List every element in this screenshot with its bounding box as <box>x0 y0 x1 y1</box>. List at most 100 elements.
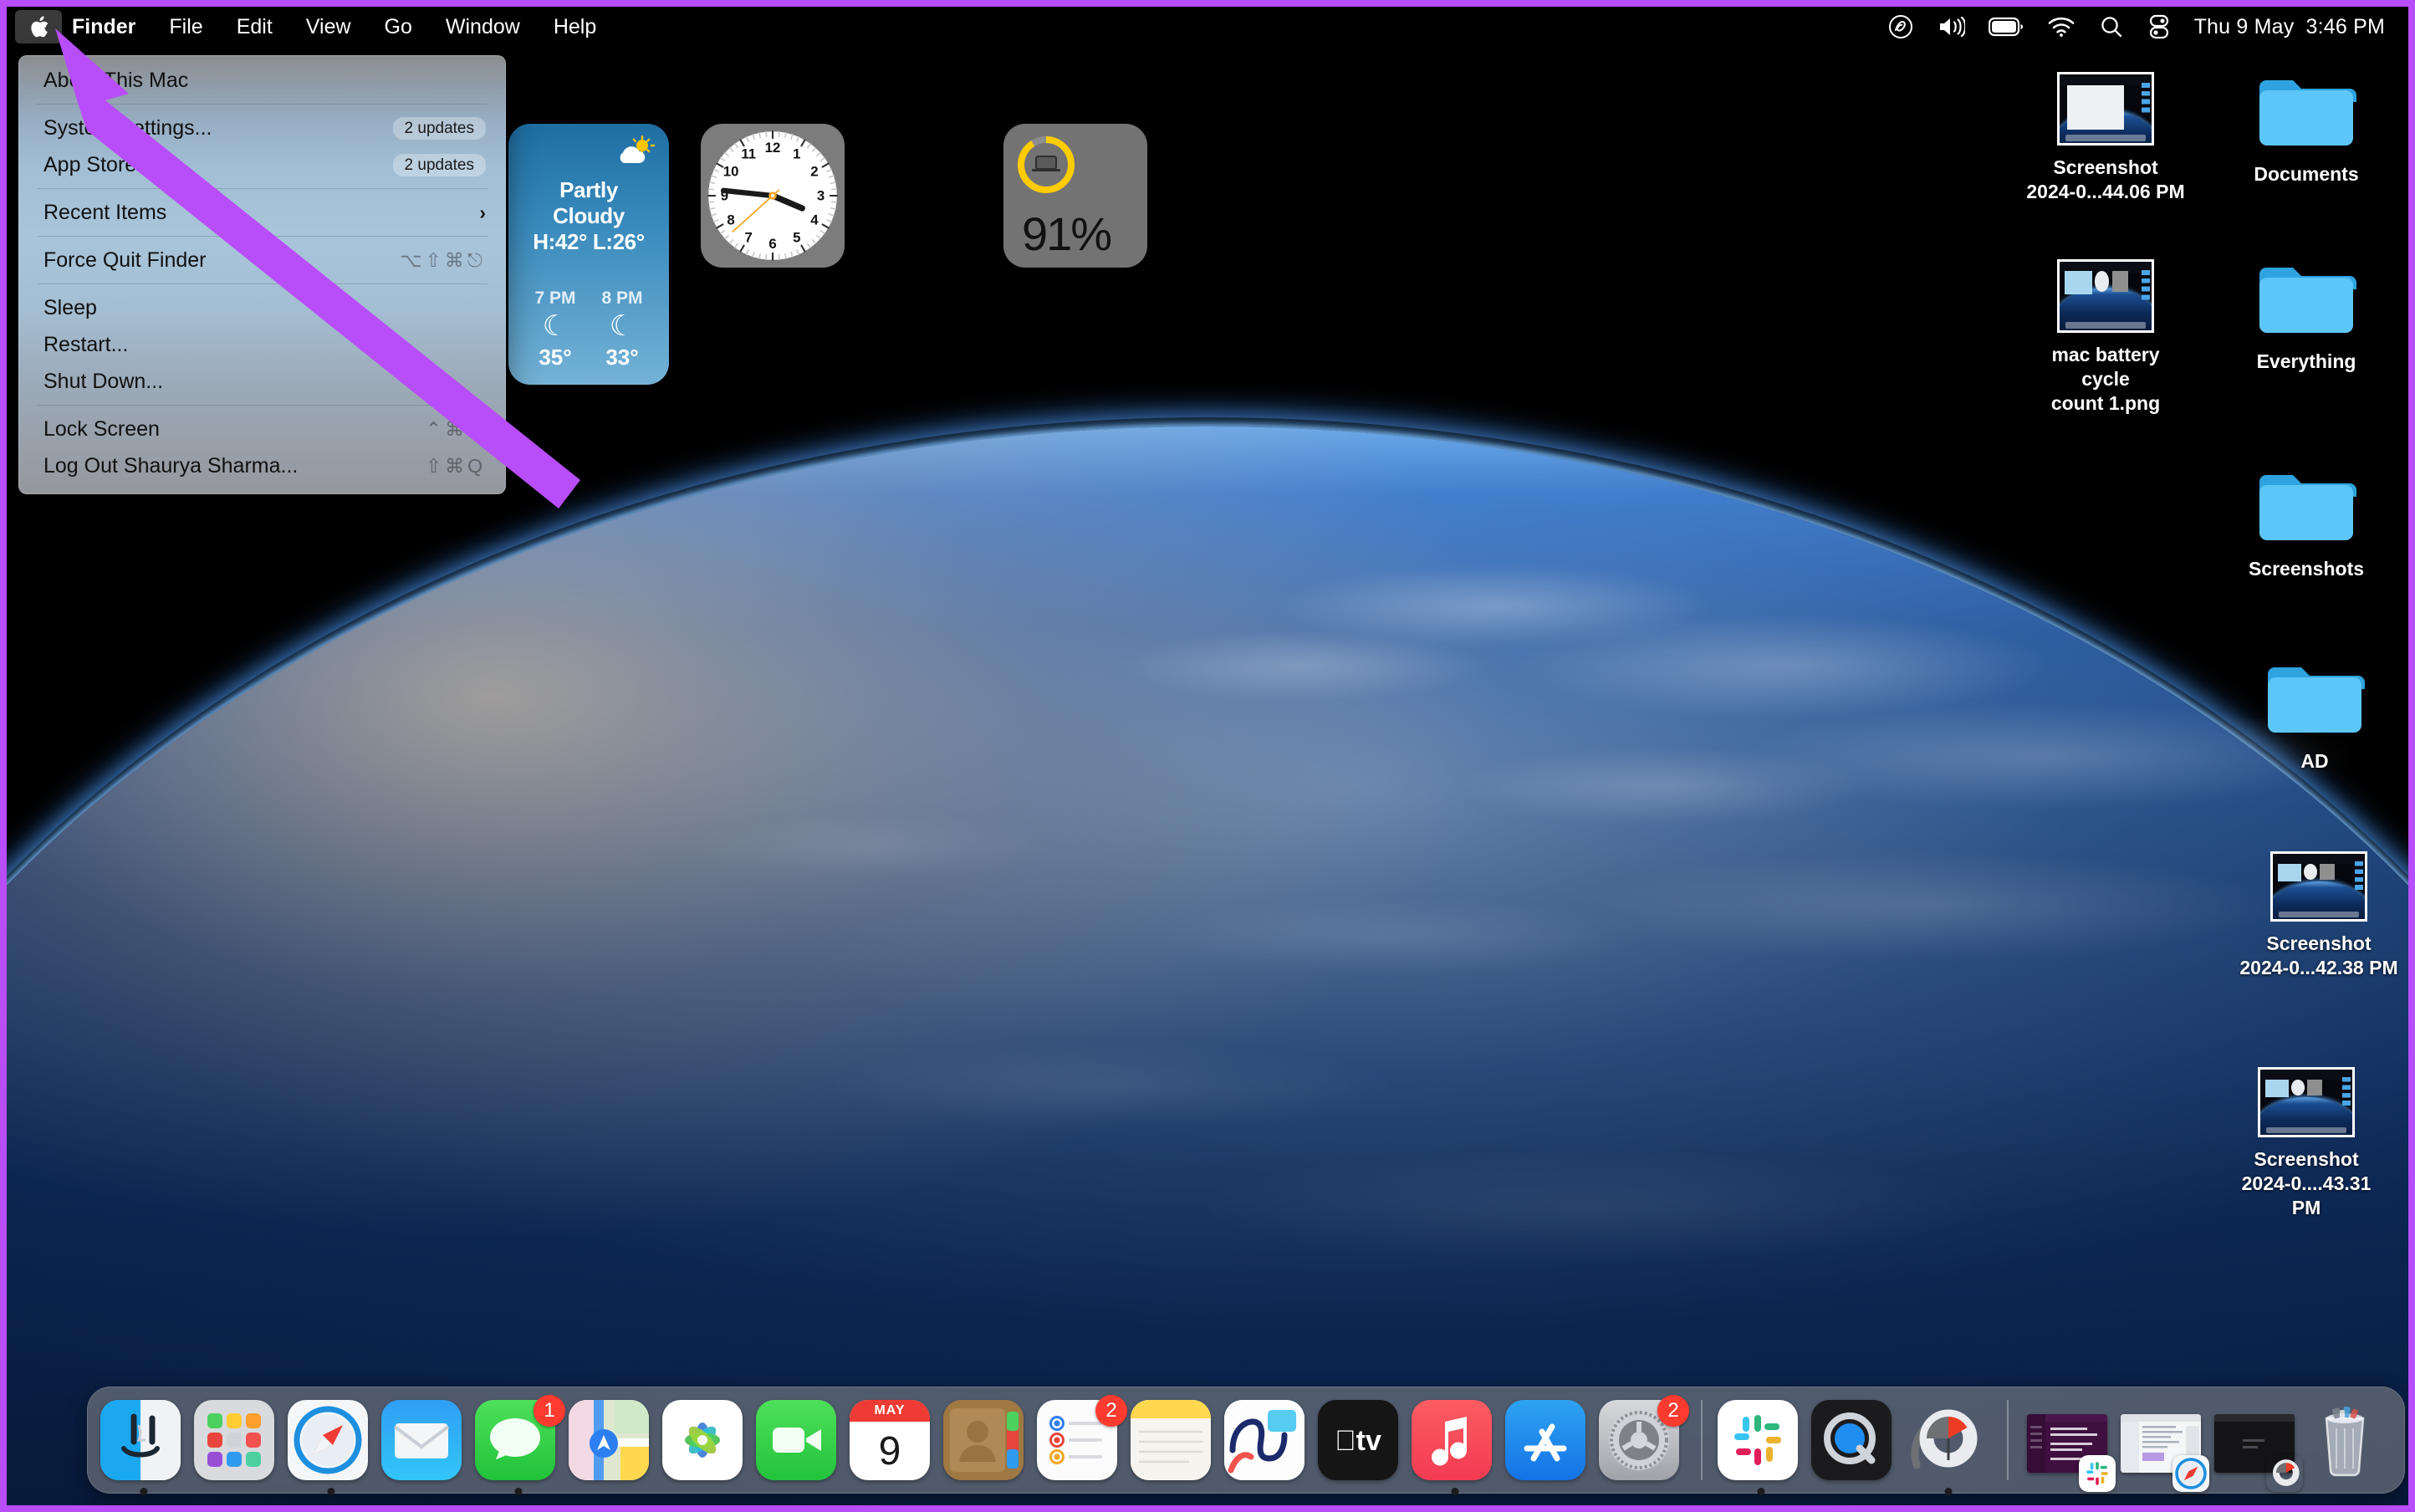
desktop-icon-screenshots-folder[interactable]: Screenshots <box>2227 467 2386 581</box>
svg-text:8: 8 <box>727 212 734 227</box>
partly-cloudy-icon <box>522 135 656 176</box>
volume-icon[interactable] <box>1937 14 1965 39</box>
menu-bar-item-go[interactable]: Go <box>368 7 429 47</box>
screenshot-thumbnail <box>2057 259 2154 333</box>
desktop-icon-label: Everything <box>2256 350 2356 372</box>
dock-item-disk-analyzer[interactable] <box>1905 1400 1992 1495</box>
dock-minimized-document-window[interactable] <box>2117 1400 2209 1492</box>
safari-icon <box>2172 1455 2209 1492</box>
forecast-time: 7 PM <box>534 289 576 308</box>
dock-item-maps[interactable] <box>569 1400 656 1487</box>
folder-icon <box>2264 659 2365 739</box>
system-settings-badge: 2 <box>1657 1395 1689 1427</box>
dock-item-notes[interactable] <box>1131 1400 1218 1487</box>
chevron-right-icon: › <box>479 201 486 223</box>
dock-item-safari[interactable] <box>288 1400 375 1495</box>
menu-item-label: Force Quit Finder <box>43 248 207 272</box>
system-settings-updates-badge: 2 updates <box>392 116 486 140</box>
moon-stars-icon: ☾ <box>609 310 636 342</box>
desktop-icon-screenshot-2[interactable]: Screenshot 2024-0...42.38 PM <box>2239 851 2398 980</box>
reminders-badge: 2 <box>1095 1395 1127 1427</box>
menu-item-recent-items[interactable]: Recent Items › <box>18 194 506 231</box>
dock-item-messages[interactable]: 1 <box>475 1395 565 1495</box>
menu-bar-item-finder[interactable]: Finder <box>64 7 152 47</box>
forecast-hour: 8 PM ☾ 33° <box>601 289 642 370</box>
apple-logo-icon <box>30 15 48 37</box>
dock-item-facetime[interactable] <box>756 1400 843 1487</box>
battery-icon[interactable] <box>1988 17 2024 37</box>
desktop-icon-screenshot-1[interactable]: Screenshot 2024-0...44.06 PM <box>2026 72 2185 204</box>
slack-icon <box>2079 1455 2116 1492</box>
menu-item-label: System Settings... <box>43 115 212 140</box>
desktop-icon-screenshot-3[interactable]: Screenshot 2024-0....43.31 PM <box>2227 1067 2386 1219</box>
dock-item-slack[interactable] <box>1718 1400 1805 1495</box>
disk-analyzer-icon <box>2266 1455 2303 1492</box>
menu-item-about-this-mac[interactable]: About This Mac <box>18 62 506 99</box>
running-indicator <box>514 1488 523 1495</box>
app-store-updates-badge: 2 updates <box>392 153 486 176</box>
menu-item-log-out[interactable]: Log Out Shaurya Sharma... ⇧⌘Q <box>18 447 506 484</box>
creative-cloud-icon[interactable] <box>1888 14 1913 39</box>
desktop-icon-label: Screenshot 2024-0....43.31 PM <box>2241 1148 2372 1218</box>
menu-bar-item-help[interactable]: Help <box>537 7 613 47</box>
dock-item-launchpad[interactable] <box>194 1400 281 1487</box>
menu-bar-item-file[interactable]: File <box>152 7 219 47</box>
menu-bar-item-edit[interactable]: Edit <box>220 7 289 47</box>
dock-item-quicktime-player[interactable] <box>1811 1400 1898 1487</box>
battery-widget[interactable]: 91% <box>1003 124 1147 268</box>
desktop-icon-label: AD <box>2300 750 2329 772</box>
wifi-icon[interactable] <box>2047 16 2075 38</box>
control-center-icon[interactable] <box>2147 14 2171 39</box>
svg-text:5: 5 <box>793 229 800 245</box>
dock-item-app-store[interactable] <box>1505 1400 1592 1487</box>
desktop-icon-label: Screenshot 2024-0...42.38 PM <box>2239 932 2398 978</box>
dock-item-mail[interactable] <box>381 1400 468 1487</box>
apple-menu-button[interactable] <box>15 10 62 43</box>
dock-minimized-slack-window[interactable] <box>2024 1400 2116 1492</box>
dock-item-photos[interactable] <box>662 1400 749 1487</box>
dock-item-reminders[interactable]: 2 <box>1037 1395 1127 1487</box>
menu-item-lock-screen[interactable]: Lock Screen ⌃⌘Q <box>18 411 506 447</box>
menu-bar-item-window[interactable]: Window <box>429 7 537 47</box>
clock-widget[interactable]: 1 2 3 4 5 6 7 8 9 10 11 12 <box>701 124 845 268</box>
dock-item-trash[interactable] <box>2305 1400 2392 1487</box>
force-quit-shortcut: ⌥⇧⌘⎋ <box>400 248 486 271</box>
dock-item-system-settings[interactable]: 2 <box>1599 1395 1689 1487</box>
dock-item-calendar[interactable]: MAY 9 <box>850 1400 937 1487</box>
menu-item-label: Lock Screen <box>43 416 160 441</box>
svg-text:7: 7 <box>745 229 753 245</box>
menu-bar-item-view[interactable]: View <box>289 7 368 47</box>
menu-bar: Finder File Edit View Go Window Help Thu… <box>7 7 2408 47</box>
dock-item-contacts[interactable] <box>943 1400 1030 1487</box>
dock-minimized-terminal-window[interactable] <box>2211 1400 2300 1487</box>
menu-bar-clock[interactable]: Thu 9 May 3:46 PM <box>2194 15 2385 39</box>
battery-ring-gauge <box>1015 134 1077 196</box>
messages-badge: 1 <box>534 1395 565 1427</box>
menu-divider <box>37 188 488 189</box>
weather-widget[interactable]: Partly Cloudy H:42° L:26° 7 PM ☾ 35° 8 P… <box>508 124 669 385</box>
folder-icon <box>2256 259 2356 340</box>
screenshot-thumbnail <box>2057 72 2154 146</box>
desktop-icon-everything[interactable]: Everything <box>2227 259 2386 374</box>
dock-item-apple-tv[interactable]: tv <box>1318 1400 1405 1487</box>
desktop-icon-label: Documents <box>2254 163 2359 185</box>
svg-text:2: 2 <box>810 164 818 180</box>
menu-item-force-quit-finder[interactable]: Force Quit Finder ⌥⇧⌘⎋ <box>18 242 506 278</box>
battery-percentage: 91% <box>1022 207 1112 260</box>
desktop-icon-mac-battery-cycle-count[interactable]: mac battery cycle count 1.png <box>2026 259 2185 415</box>
desktop-icon-documents[interactable]: Documents <box>2227 72 2386 186</box>
weather-hourly-forecast: 7 PM ☾ 35° 8 PM ☾ 33° <box>522 289 656 370</box>
menu-item-restart[interactable]: Restart... <box>18 326 506 363</box>
apple-dropdown-menu: About This Mac System Settings... 2 upda… <box>18 55 506 494</box>
svg-text:3: 3 <box>817 188 825 204</box>
spotlight-search-icon[interactable] <box>2099 14 2124 39</box>
dock-item-freeform[interactable] <box>1224 1400 1311 1487</box>
menu-item-sleep[interactable]: Sleep <box>18 289 506 326</box>
desktop-icon-ad-folder[interactable]: AD <box>2235 659 2394 774</box>
forecast-hour: 7 PM ☾ 35° <box>534 289 575 370</box>
menu-item-shut-down[interactable]: Shut Down... <box>18 363 506 400</box>
dock-item-music[interactable] <box>1412 1400 1499 1495</box>
dock-item-finder[interactable] <box>100 1400 187 1495</box>
menu-item-system-settings[interactable]: System Settings... 2 updates <box>18 110 506 146</box>
menu-item-app-store[interactable]: App Store... 2 updates <box>18 146 506 183</box>
